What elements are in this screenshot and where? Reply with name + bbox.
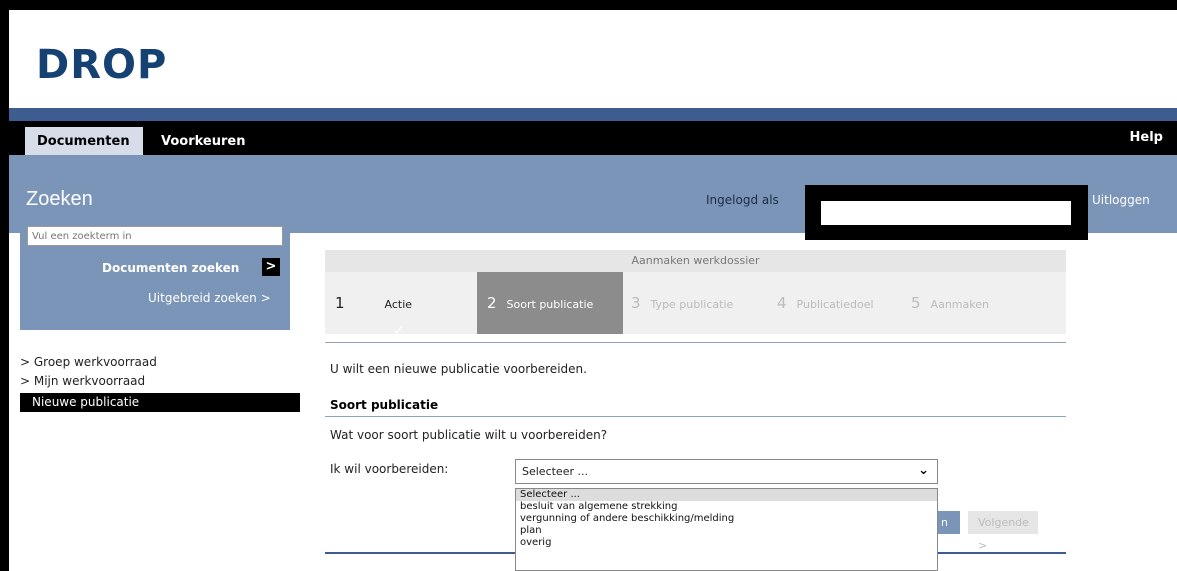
step-number: 2 bbox=[487, 294, 497, 312]
wizard-steps: 1 Actie ✓ 2 Soort publicatie 3 Type publica… bbox=[325, 272, 1066, 339]
chevron-down-icon: ⌄ bbox=[918, 463, 929, 478]
next-button[interactable]: Volgende > bbox=[968, 511, 1038, 552]
publication-type-dropdown: Selecteer ... besluit van algemene strek… bbox=[515, 488, 938, 571]
dropdown-option[interactable]: Selecteer ... bbox=[516, 489, 937, 501]
step-number: 3 bbox=[631, 294, 641, 312]
intro-text: U wilt een nieuwe publicatie voorbereide… bbox=[330, 362, 587, 376]
publication-type-select[interactable]: Selecteer ... ⌄ bbox=[515, 459, 938, 484]
step-number: 1 bbox=[335, 294, 345, 312]
tab-voorkeuren[interactable]: Voorkeuren bbox=[149, 127, 257, 155]
redaction-box-inner bbox=[821, 201, 1071, 225]
wizard-step-1[interactable]: 1 Actie ✓ bbox=[335, 272, 412, 339]
header-stripe bbox=[9, 108, 1177, 121]
logged-in-label: Ingelogd als bbox=[706, 193, 779, 207]
chevron-right-icon: > bbox=[265, 259, 277, 274]
step-label: Aanmaken bbox=[930, 298, 989, 311]
sidebar-item-groep-werkvoorraad[interactable]: > Groep werkvoorraad bbox=[20, 355, 157, 369]
search-input[interactable] bbox=[27, 226, 283, 246]
sidebar-item-nieuwe-publicatie[interactable]: Nieuwe publicatie bbox=[20, 393, 300, 412]
divider bbox=[325, 342, 1066, 343]
app-logo: DROP bbox=[36, 42, 168, 88]
wizard-step-3: 3 Type publicatie bbox=[631, 272, 733, 334]
step-label: Publicatiedoel bbox=[796, 298, 874, 311]
step-number: 5 bbox=[911, 294, 921, 312]
top-navigation: Documenten Voorkeuren Help bbox=[9, 121, 1177, 155]
wizard-step-2: 2 Soort publicatie bbox=[477, 272, 623, 334]
sidebar-item-mijn-werkvoorraad[interactable]: > Mijn werkvoorraad bbox=[20, 374, 145, 388]
window-border-top bbox=[0, 0, 1177, 10]
divider bbox=[325, 552, 515, 554]
dropdown-option[interactable]: plan bbox=[516, 525, 937, 537]
question-text: Wat voor soort publicatie wilt u voorber… bbox=[330, 428, 608, 442]
wizard-title: Aanmaken werkdossier bbox=[325, 250, 1066, 272]
documents-search-label[interactable]: Documenten zoeken bbox=[102, 261, 239, 275]
advanced-search-link[interactable]: Uitgebreid zoeken > bbox=[148, 291, 271, 305]
logout-link[interactable]: Uitloggen bbox=[1092, 193, 1150, 207]
tab-documenten[interactable]: Documenten bbox=[25, 127, 143, 155]
wizard-step-5: 5 Aanmaken bbox=[911, 272, 989, 334]
step-label: Type publicatie bbox=[650, 298, 734, 311]
window-border-left bbox=[0, 0, 9, 571]
dropdown-option[interactable]: overig bbox=[516, 537, 937, 549]
help-link[interactable]: Help bbox=[1130, 121, 1163, 155]
select-value: Selecteer ... bbox=[522, 465, 588, 478]
page-title: Zoeken bbox=[26, 188, 93, 210]
dropdown-option[interactable]: besluit van algemene strekking bbox=[516, 501, 937, 513]
wizard: Aanmaken werkdossier 1 Actie ✓ 2 Soort pub… bbox=[325, 250, 1066, 339]
divider bbox=[325, 416, 1066, 417]
step-number: 4 bbox=[777, 294, 787, 312]
field-label: Ik wil voorbereiden: bbox=[330, 462, 449, 476]
wizard-step-4: 4 Publicatiedoel bbox=[777, 272, 874, 334]
divider bbox=[938, 552, 1066, 554]
previous-button[interactable]: n bbox=[938, 511, 960, 534]
dropdown-option[interactable]: vergunning of andere beschikking/melding bbox=[516, 513, 937, 525]
check-icon: ✓ bbox=[393, 323, 405, 339]
step-label: Soort publicatie bbox=[506, 298, 594, 311]
logo-area: DROP bbox=[9, 10, 1177, 108]
section-title: Soort publicatie bbox=[330, 398, 439, 412]
documents-search-button[interactable]: > bbox=[262, 258, 280, 276]
